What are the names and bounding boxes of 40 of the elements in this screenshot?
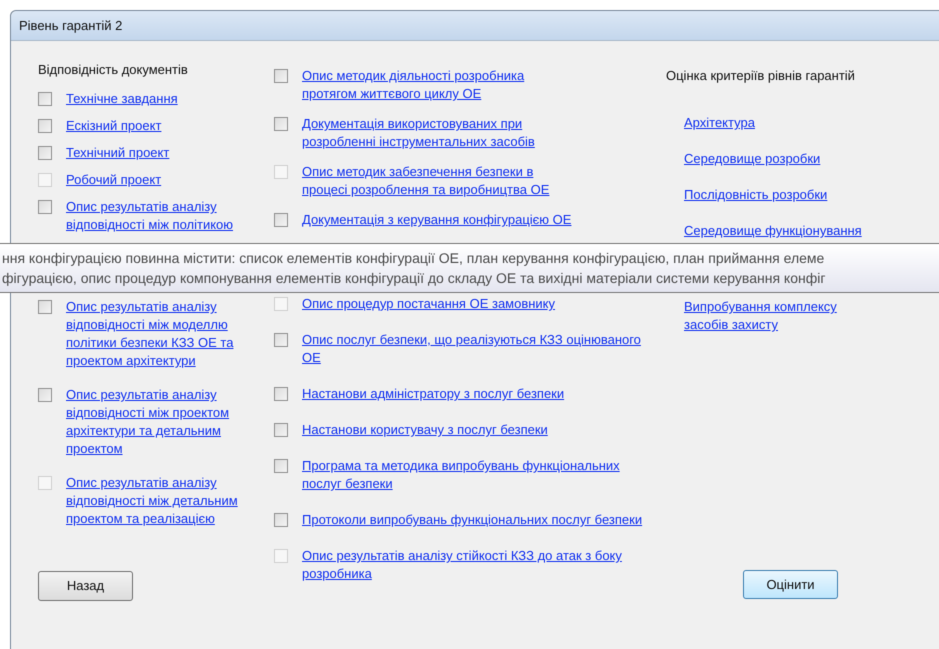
checkbox[interactable] [274, 213, 288, 227]
checkbox[interactable] [274, 387, 288, 401]
tooltip-text: ння конфігурацією повинна містити: список елементів конфігурації ОЕ, план керування конфігурацією, план приймання елеме [2, 249, 826, 268]
document-link[interactable]: Протоколи випробувань функціональних послуг безпеки [302, 511, 647, 529]
document-link[interactable]: Опис результатів аналізу відповідності між проектом архітектури та детальним проектом [66, 386, 266, 458]
checkbox[interactable] [38, 388, 52, 402]
document-link[interactable]: Опис результатів аналізу відповідності між політикою [66, 198, 266, 234]
checkbox[interactable] [274, 69, 288, 83]
checkbox[interactable] [38, 119, 52, 133]
document-link[interactable]: Програма та методика випробувань функціональних послуг безпеки [302, 457, 647, 493]
checkbox[interactable] [274, 459, 288, 473]
checkbox[interactable] [38, 146, 52, 160]
document-link[interactable]: Технічне завдання [66, 90, 266, 108]
document-link[interactable]: Документація з керування конфігурацією ОЕ [302, 211, 574, 229]
document-link[interactable]: Настанови адміністратору з послуг безпеки [302, 385, 647, 403]
document-link[interactable]: Опис результатів аналізу відповідності між моделлю політики безпеки КЗЗ ОЕ та проектом архітектури [66, 298, 266, 370]
checkbox[interactable] [274, 117, 288, 131]
window-title: Рівень гарантій 2 [19, 16, 122, 35]
checkbox[interactable] [274, 333, 288, 347]
document-link[interactable]: Опис послуг безпеки, що реалізуються КЗЗ оцінюваного ОЕ [302, 331, 647, 367]
document-link[interactable]: Ескізний проект [66, 117, 266, 135]
criteria-link[interactable]: Середовище функціонування [684, 222, 894, 240]
section-heading: Відповідність документів [38, 61, 189, 79]
checkbox[interactable] [38, 200, 52, 214]
criteria-link[interactable]: Середовище розробки [684, 150, 894, 168]
checkbox[interactable] [274, 513, 288, 527]
criteria-link[interactable]: Послідовність розробки [684, 186, 894, 204]
document-link[interactable]: Технічний проект [66, 144, 266, 162]
document-link[interactable]: Настанови користувачу з послуг безпеки [302, 421, 647, 439]
checkbox[interactable] [38, 300, 52, 314]
criteria-link[interactable]: Випробування комплексу засобів захисту [684, 298, 884, 334]
tooltip-text: фігурацією, опис процедур компонування елементів конфігурації до складу ОЕ та вихідні матеріали системи керування конфіг [2, 269, 826, 288]
criteria-link[interactable]: Архітектура [684, 114, 894, 132]
checkbox[interactable] [274, 423, 288, 437]
document-link[interactable]: Документація використовуваних при розробленні інструментальних засобів [302, 115, 574, 151]
back-button[interactable]: Назад [38, 571, 133, 601]
document-link[interactable]: Опис методик діяльності розробника протягом життєвого циклу ОЕ [302, 67, 574, 103]
evaluate-button[interactable]: Оцінити [743, 570, 838, 599]
checkbox[interactable] [38, 92, 52, 106]
section-heading: Оцінка критеріїв рівнів гарантій [666, 67, 856, 85]
